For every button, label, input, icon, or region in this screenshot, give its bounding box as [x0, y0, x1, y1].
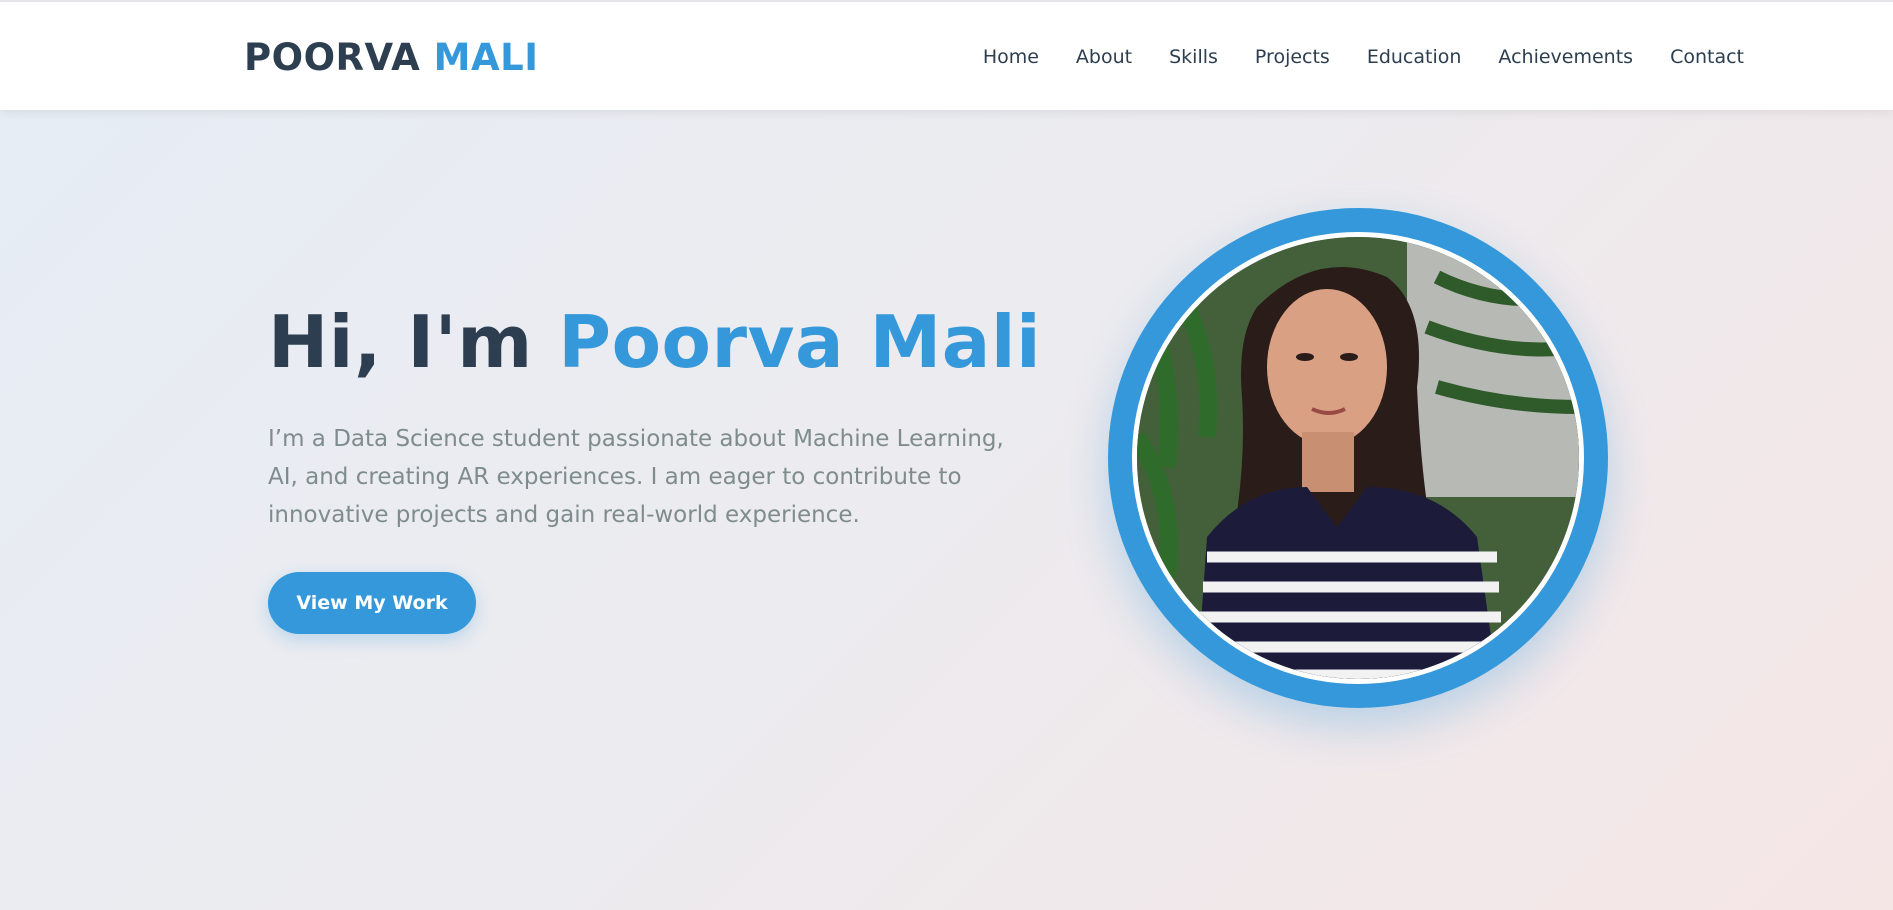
hero-greeting: Hi, I'm [268, 300, 533, 384]
nav-achievements[interactable]: Achievements [1498, 46, 1633, 68]
logo-first-name: POORVA [244, 36, 421, 79]
nav-education[interactable]: Education [1367, 46, 1462, 68]
site-logo[interactable]: POORVA MALI [244, 36, 538, 79]
hero-description: I’m a Data Science student passionate ab… [268, 426, 1004, 528]
hero-title: Hi, I'm Poorva Mali [268, 300, 1041, 384]
profile-photo-illustration [1137, 237, 1579, 679]
main-nav: Home About Skills Projects Education Ach… [983, 46, 1744, 68]
view-my-work-button[interactable]: View My Work [268, 572, 476, 634]
hero-name: Poorva Mali [558, 300, 1042, 384]
logo-last-name: MALI [433, 36, 539, 79]
nav-about[interactable]: About [1076, 46, 1132, 68]
profile-photo [1132, 232, 1584, 684]
nav-skills[interactable]: Skills [1169, 46, 1218, 68]
profile-photo-frame [1108, 208, 1608, 708]
nav-projects[interactable]: Projects [1255, 46, 1330, 68]
nav-contact[interactable]: Contact [1670, 46, 1744, 68]
site-header: POORVA MALI Home About Skills Projects E… [0, 0, 1893, 110]
nav-home[interactable]: Home [983, 46, 1039, 68]
